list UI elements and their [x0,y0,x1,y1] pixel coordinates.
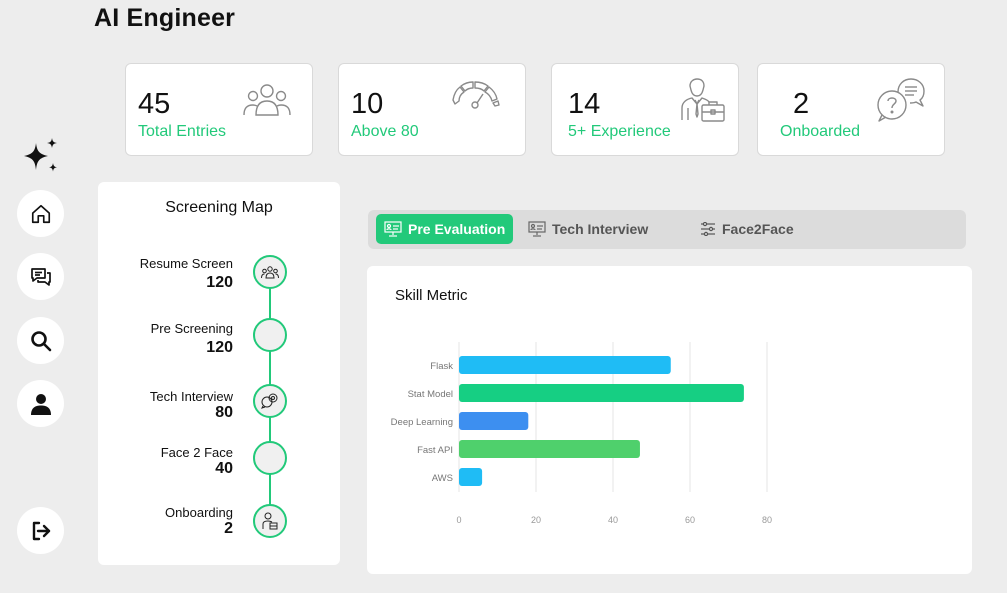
stat-card-above-80[interactable]: 10 Above 80 [338,63,526,156]
chat-question-icon [877,78,925,122]
x-tick-label: 60 [685,515,695,525]
stage-count: 80 [215,404,233,421]
stage-count: 120 [206,274,233,291]
stage-name: Onboarding [165,505,233,520]
stage-count: 40 [215,460,233,477]
stage-onboarding[interactable]: Onboarding 2 [165,505,233,538]
bar-deep-learning[interactable] [459,412,529,430]
stage-pre-screening[interactable]: Pre Screening 120 [151,321,233,357]
category-label: Deep Learning [391,417,453,428]
category-label: Flask [430,361,453,372]
bar-flask[interactable] [459,356,671,374]
sidebar-item-logout[interactable] [17,507,64,554]
evaluation-tabs: Pre Evaluation Tech Interview Face2Face [368,210,966,249]
home-icon [31,204,50,223]
interview-icon [261,393,278,409]
stat-value: 10 [351,88,384,120]
stat-label: Total Entries [138,123,227,140]
category-label: Stat Model [408,389,453,400]
sidebar-item-home[interactable] [17,190,64,237]
sidebar-item-messages[interactable] [17,253,64,300]
stat-card-onboarded[interactable]: 2 Onboarded [757,63,945,156]
skill-metric-panel: Skill Metric 0 20 40 60 80 Flask Stat Model Dee… [367,266,972,574]
monitor-icon [384,221,402,237]
category-label: Fast API [417,445,453,456]
chat-icon [30,267,51,286]
logout-icon [32,521,50,540]
onboard-icon [262,512,278,530]
stage-node[interactable] [253,318,287,352]
stat-card-experience[interactable]: 14 5+ Experience [551,63,739,156]
stage-name: Tech Interview [149,389,233,404]
screening-map-panel: Screening Map Resume Screen 120 Pre Scre… [98,182,340,565]
stage-name: Face 2 Face [160,445,233,460]
stat-card-total-entries[interactable]: 45 Total Entries [125,63,313,156]
x-tick-label: 40 [608,515,618,525]
stage-resume-screen[interactable]: Resume Screen 120 [140,256,233,292]
stage-face-2-face[interactable]: Face 2 Face 40 [161,445,233,478]
skill-metric-chart: 0 20 40 60 80 Flask Stat Model Deep Learning Fas… [391,342,772,525]
user-icon [30,393,51,415]
businessman-icon [681,78,725,122]
x-tick-label: 80 [762,515,772,525]
stage-tech-interview[interactable]: Tech Interview 80 [150,389,233,422]
sidebar-item-search[interactable] [17,317,64,364]
monitor-icon [528,221,546,237]
stat-label: Above 80 [351,123,419,140]
tab-pre-evaluation[interactable]: Pre Evaluation [376,214,514,244]
stat-value: 14 [568,88,601,120]
stage-node[interactable] [253,255,287,289]
stage-node[interactable] [253,441,287,475]
sliders-icon [701,222,715,236]
stage-node[interactable] [253,384,287,418]
tab-tech-interview[interactable]: Tech Interview [528,214,648,244]
stage-node[interactable] [253,504,287,538]
stage-name: Pre Screening [150,321,233,336]
stat-label: 5+ Experience [568,123,671,140]
tab-face2face[interactable]: Face2Face [700,214,794,244]
x-tick-label: 20 [531,515,541,525]
screening-map-title: Screening Map [165,199,273,216]
stage-count: 2 [224,520,233,537]
stat-value: 2 [793,88,810,120]
bar-stat-model[interactable] [459,384,744,402]
stage-name: Resume Screen [139,256,233,271]
stat-value: 45 [138,88,171,120]
sidebar-item-profile[interactable] [17,380,64,427]
x-tick-label: 0 [456,515,461,525]
gauge-icon [452,81,500,109]
tab-label: Tech Interview [552,221,649,237]
tab-label: Pre Evaluation [408,221,506,237]
people-icon [261,266,279,279]
users-group-icon [243,84,291,116]
bar-aws[interactable] [459,468,483,486]
sparkle-icon [24,138,57,172]
category-label: AWS [432,473,453,484]
search-icon [30,330,51,351]
tab-label: Face2Face [722,221,794,237]
bar-fast-api[interactable] [459,440,640,458]
page-title: AI Engineer [94,4,236,32]
stage-count: 120 [206,339,233,356]
stat-label: Onboarded [780,123,861,140]
